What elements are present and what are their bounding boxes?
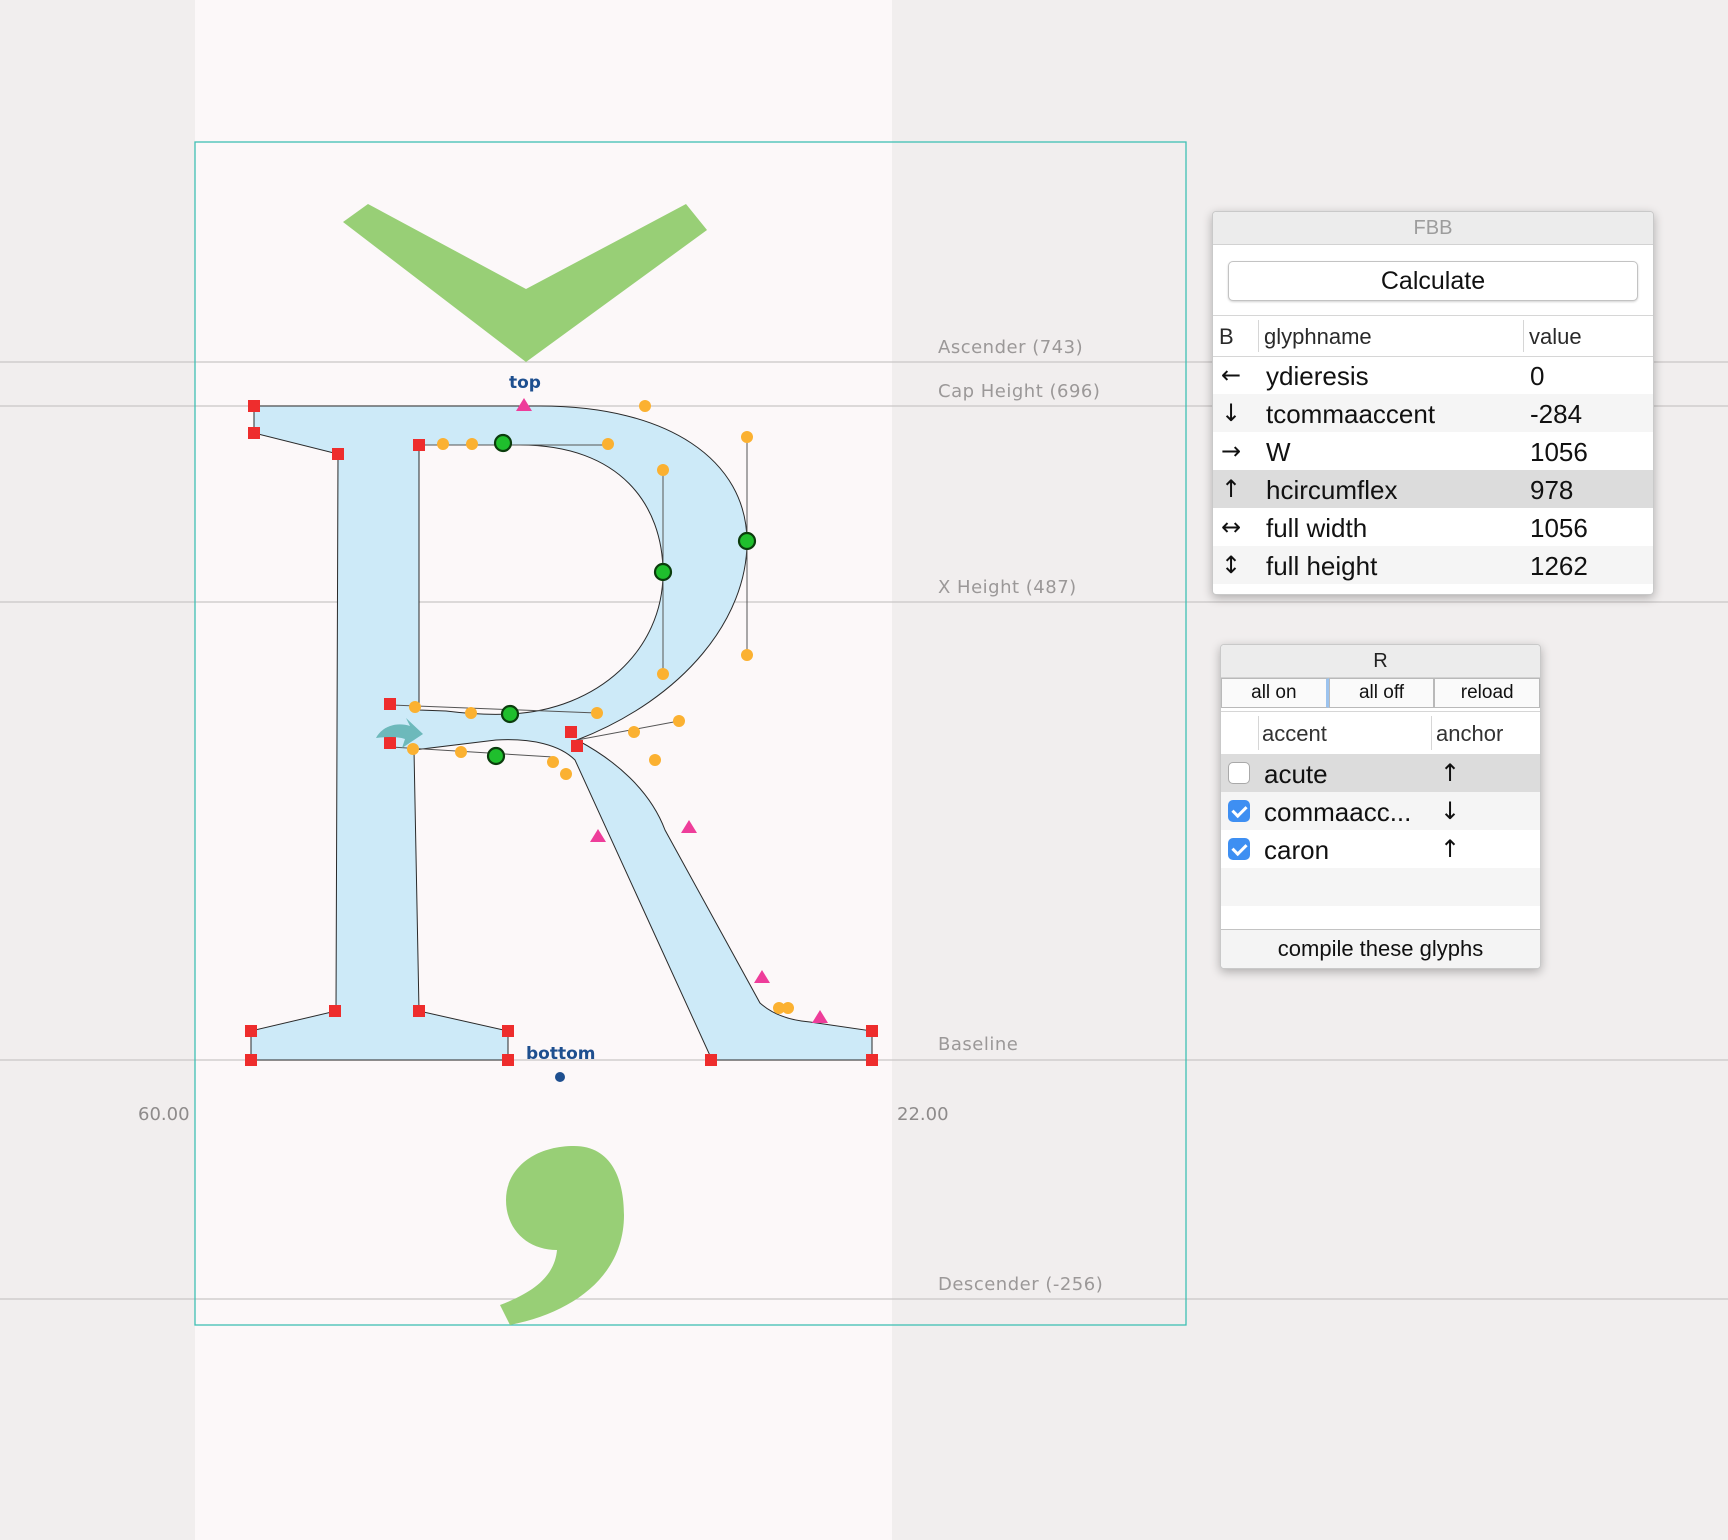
table-row[interactable]: ← ydieresis 0: [1213, 356, 1653, 394]
row-accent: commaacc...: [1264, 797, 1412, 827]
empty-row: [1221, 868, 1540, 906]
up-arrow-icon: ↑: [1440, 759, 1461, 787]
compile-glyphs-button[interactable]: compile these glyphs: [1221, 929, 1540, 968]
column-divider: [1523, 320, 1524, 352]
anchor-bottom-point[interactable]: [555, 1072, 565, 1082]
column-glyphname[interactable]: glyphname: [1264, 324, 1372, 350]
commaaccent-checkbox[interactable]: [1228, 800, 1250, 822]
table-row[interactable]: ↔ full width 1056: [1213, 508, 1653, 546]
column-divider: [1258, 320, 1259, 352]
down-arrow-icon: ↓: [1440, 797, 1461, 825]
row-value: 1262: [1530, 551, 1588, 581]
left-arrow-icon: ←: [1221, 361, 1242, 389]
caron-checkbox[interactable]: [1228, 838, 1250, 860]
fbb-table-body: ← ydieresis 0 ↓ tcommaaccent -284 → W 10…: [1213, 356, 1653, 584]
row-value: 1056: [1530, 513, 1588, 543]
r-panel-title[interactable]: R: [1221, 645, 1540, 678]
column-anchor[interactable]: anchor: [1436, 721, 1503, 747]
calculate-button[interactable]: Calculate: [1228, 261, 1638, 301]
table-row[interactable]: ↕ full height 1262: [1213, 546, 1653, 584]
fbb-table-header: B glyphname value: [1213, 315, 1653, 357]
row-value: 1056: [1530, 437, 1588, 467]
acute-checkbox[interactable]: [1228, 762, 1250, 784]
table-row[interactable]: ↓ tcommaaccent -284: [1213, 394, 1653, 432]
row-glyphname: full height: [1266, 551, 1378, 581]
up-arrow-icon: ↑: [1440, 835, 1461, 863]
row-glyphname: W: [1266, 437, 1291, 467]
column-divider: [1431, 716, 1432, 750]
row-glyphname: ydieresis: [1266, 361, 1369, 391]
baseline-label: Baseline: [938, 1034, 1018, 1055]
descender-label: Descender (-256): [938, 1274, 1103, 1295]
row-value: -284: [1530, 399, 1583, 429]
down-arrow-icon: ↓: [1221, 399, 1242, 427]
anchor-bottom-label: bottom: [526, 1044, 596, 1064]
column-b[interactable]: B: [1219, 324, 1234, 350]
fbb-panel-title[interactable]: FBB: [1213, 212, 1653, 245]
anchor-top-label: top: [509, 373, 541, 393]
r-panel-button-bar: all on all off reload: [1221, 678, 1540, 710]
row-accent: acute: [1264, 759, 1328, 789]
ascender-label: Ascender (743): [938, 337, 1083, 358]
table-row[interactable]: → W 1056: [1213, 432, 1653, 470]
table-row-selected[interactable]: ↑ hcircumflex 978: [1213, 470, 1653, 508]
r-table-body: acute ↑ commaacc... ↓ caron ↑: [1221, 754, 1540, 906]
row-accent: caron: [1264, 835, 1330, 865]
all-off-button[interactable]: all off: [1328, 678, 1435, 708]
right-arrow-icon: →: [1221, 437, 1242, 465]
table-row[interactable]: commaacc... ↓: [1221, 792, 1540, 830]
r-table-header: accent anchor: [1221, 711, 1540, 755]
column-divider: [1258, 716, 1259, 750]
up-down-arrow-icon: ↕: [1221, 551, 1242, 579]
column-value[interactable]: value: [1529, 324, 1582, 350]
column-accent[interactable]: accent: [1262, 721, 1327, 747]
up-arrow-icon: ↑: [1221, 475, 1242, 503]
row-glyphname: full width: [1266, 513, 1368, 543]
cap-height-label: Cap Height (696): [938, 381, 1100, 402]
all-on-button[interactable]: all on: [1221, 678, 1329, 708]
fbb-panel: FBB Calculate B glyphname value ← ydiere…: [1212, 211, 1654, 595]
reload-button[interactable]: reload: [1434, 678, 1540, 708]
r-accent-panel: R all on all off reload accent anchor ac…: [1220, 644, 1541, 969]
row-glyphname: tcommaaccent: [1266, 399, 1436, 429]
row-value: 978: [1530, 475, 1574, 505]
row-glyphname: hcircumflex: [1266, 475, 1398, 505]
left-sidebearing-value: 60.00: [138, 1104, 190, 1125]
row-value: 0: [1530, 361, 1545, 391]
x-height-label: X Height (487): [938, 577, 1077, 598]
left-right-arrow-icon: ↔: [1221, 513, 1242, 541]
right-sidebearing-value: 22.00: [897, 1104, 949, 1125]
table-row-selected[interactable]: acute ↑: [1221, 754, 1540, 792]
table-row[interactable]: caron ↑: [1221, 830, 1540, 868]
